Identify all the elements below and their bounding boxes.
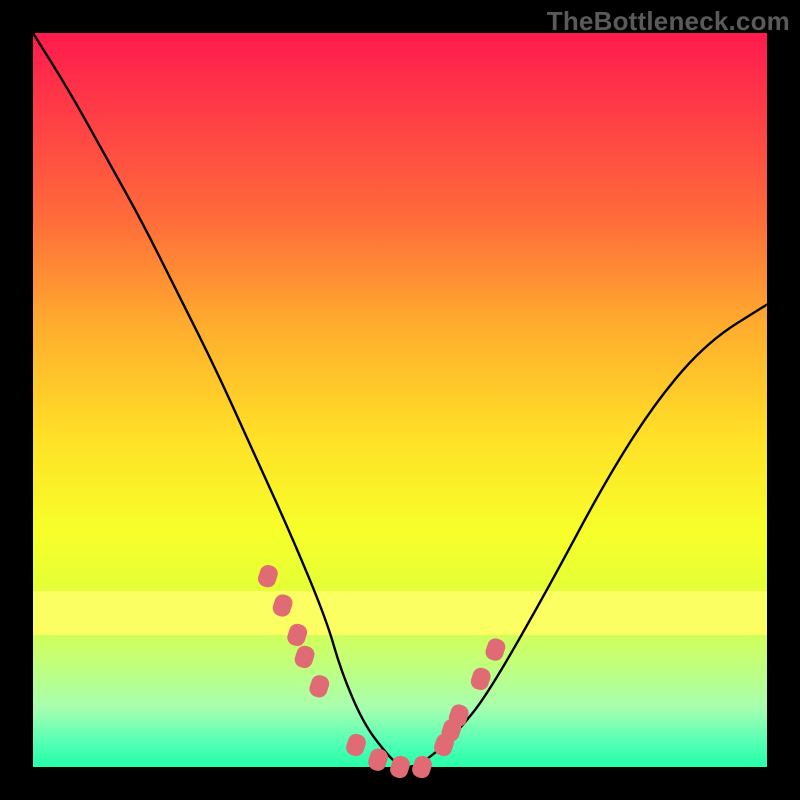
chart-frame: TheBottleneck.com bbox=[0, 0, 800, 800]
plot-area bbox=[33, 33, 767, 767]
marker-point bbox=[307, 673, 331, 699]
marker-point bbox=[483, 636, 507, 662]
marker-point bbox=[256, 563, 280, 589]
marker-point bbox=[285, 622, 309, 648]
chart-svg bbox=[33, 33, 767, 767]
bottleneck-curve-path bbox=[33, 33, 767, 767]
marker-point bbox=[344, 732, 368, 758]
marker-point bbox=[271, 592, 295, 618]
marker-point bbox=[293, 644, 317, 670]
marker-point bbox=[366, 746, 390, 772]
